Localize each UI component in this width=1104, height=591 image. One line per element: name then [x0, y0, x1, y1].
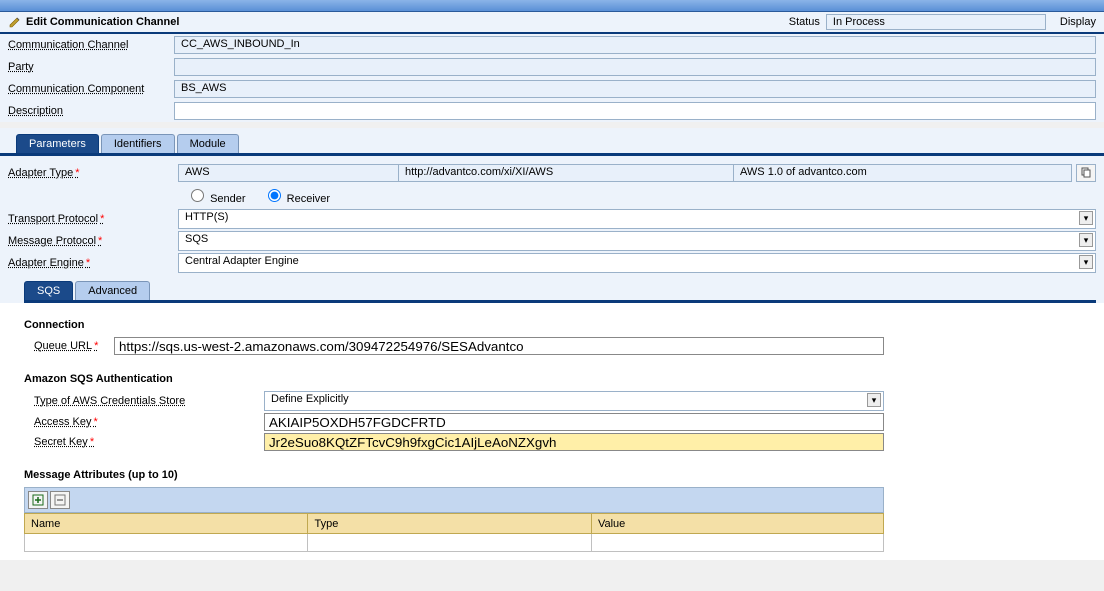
comm-component-input[interactable]: BS_AWS	[174, 80, 1096, 98]
dropdown-icon[interactable]: ▾	[867, 393, 881, 407]
description-label: Description	[8, 105, 174, 117]
row-adapter-engine: Adapter Engine* Central Adapter Engine ▾	[8, 253, 1096, 273]
cell-name[interactable]	[25, 534, 308, 552]
dropdown-icon[interactable]: ▾	[1079, 211, 1093, 225]
adapter-type-fields: AWS http://advantco.com/xi/XI/AWS AWS 1.…	[178, 164, 1072, 182]
access-key-input[interactable]	[264, 413, 884, 431]
radio-sender[interactable]: Sender	[186, 193, 246, 205]
window-chrome-stub	[0, 0, 1104, 12]
editor-header: Edit Communication Channel Status In Pro…	[0, 12, 1104, 34]
status-value: In Process	[826, 14, 1046, 30]
table-row[interactable]	[25, 534, 884, 552]
add-row-button[interactable]	[28, 491, 48, 509]
secret-key-label: Secret Key*	[24, 436, 264, 448]
row-cred-type: Type of AWS Credentials Store Define Exp…	[24, 391, 1080, 411]
edit-icon	[8, 15, 22, 29]
message-protocol-label: Message Protocol*	[8, 235, 178, 247]
auth-title: Amazon SQS Authentication	[24, 373, 1080, 385]
transport-protocol-label: Transport Protocol*	[8, 213, 178, 225]
party-input[interactable]	[174, 58, 1096, 76]
subtab-sqs[interactable]: SQS	[24, 281, 73, 300]
row-transport-protocol: Transport Protocol* HTTP(S) ▾	[8, 209, 1096, 229]
radio-receiver[interactable]: Receiver	[263, 193, 330, 205]
transport-protocol-select[interactable]: HTTP(S) ▾	[178, 209, 1096, 229]
dropdown-icon[interactable]: ▾	[1079, 233, 1093, 247]
display-link[interactable]: Display	[1060, 16, 1096, 28]
connection-title: Connection	[24, 319, 1080, 331]
comm-channel-label: Communication Channel	[8, 39, 174, 51]
queue-url-label: Queue URL*	[24, 340, 114, 352]
msg-attr-title: Message Attributes (up to 10)	[24, 469, 1080, 481]
attr-toolbar	[24, 487, 884, 513]
adapter-type-namespace[interactable]: http://advantco.com/xi/XI/AWS	[398, 164, 733, 182]
message-attributes-table: Name Type Value	[24, 513, 884, 552]
adapter-type-name[interactable]: AWS	[178, 164, 398, 182]
col-type[interactable]: Type	[308, 514, 591, 534]
tab-identifiers[interactable]: Identifiers	[101, 134, 175, 153]
secret-key-input[interactable]	[264, 433, 884, 451]
sqs-panel: Connection Queue URL* Amazon SQS Authent…	[0, 303, 1104, 560]
copy-object-button[interactable]	[1076, 164, 1096, 182]
row-adapter-type: Adapter Type* AWS http://advantco.com/xi…	[8, 164, 1096, 182]
dropdown-icon[interactable]: ▾	[1079, 255, 1093, 269]
comm-component-label: Communication Component	[8, 83, 174, 95]
row-description: Description	[0, 100, 1104, 122]
cell-type[interactable]	[308, 534, 591, 552]
queue-url-input[interactable]	[114, 337, 884, 355]
adapter-engine-label: Adapter Engine*	[8, 257, 178, 269]
adapter-type-label: Adapter Type*	[8, 167, 178, 179]
col-name[interactable]: Name	[25, 514, 308, 534]
cred-type-label: Type of AWS Credentials Store	[24, 395, 264, 407]
message-protocol-select[interactable]: SQS ▾	[178, 231, 1096, 251]
adapter-type-version[interactable]: AWS 1.0 of advantco.com	[733, 164, 1072, 182]
row-party: Party	[0, 56, 1104, 78]
adapter-engine-select[interactable]: Central Adapter Engine ▾	[178, 253, 1096, 273]
direction-radios: Sender Receiver	[8, 186, 1096, 205]
row-comm-channel: Communication Channel CC_AWS_INBOUND_In	[0, 34, 1104, 56]
access-key-label: Access Key*	[24, 416, 264, 428]
col-value[interactable]: Value	[591, 514, 883, 534]
remove-row-button[interactable]	[50, 491, 70, 509]
row-secret-key: Secret Key*	[24, 433, 1080, 451]
row-comm-component: Communication Component BS_AWS	[0, 78, 1104, 100]
description-input[interactable]	[174, 102, 1096, 120]
subtab-advanced[interactable]: Advanced	[75, 281, 150, 300]
party-label: Party	[8, 61, 174, 73]
page-title: Edit Communication Channel	[26, 16, 179, 28]
row-queue-url: Queue URL*	[24, 337, 1080, 355]
cred-type-select[interactable]: Define Explicitly ▾	[264, 391, 884, 411]
parameters-section: Adapter Type* AWS http://advantco.com/xi…	[0, 156, 1104, 303]
main-tabs: Parameters Identifiers Module	[0, 128, 1104, 156]
comm-channel-input[interactable]: CC_AWS_INBOUND_In	[174, 36, 1096, 54]
row-message-protocol: Message Protocol* SQS ▾	[8, 231, 1096, 251]
sub-tabs: SQS Advanced	[24, 281, 1096, 303]
status-label: Status	[789, 16, 820, 28]
cell-value[interactable]	[591, 534, 883, 552]
row-access-key: Access Key*	[24, 413, 1080, 431]
tab-module[interactable]: Module	[177, 134, 239, 153]
tab-parameters[interactable]: Parameters	[16, 134, 99, 153]
